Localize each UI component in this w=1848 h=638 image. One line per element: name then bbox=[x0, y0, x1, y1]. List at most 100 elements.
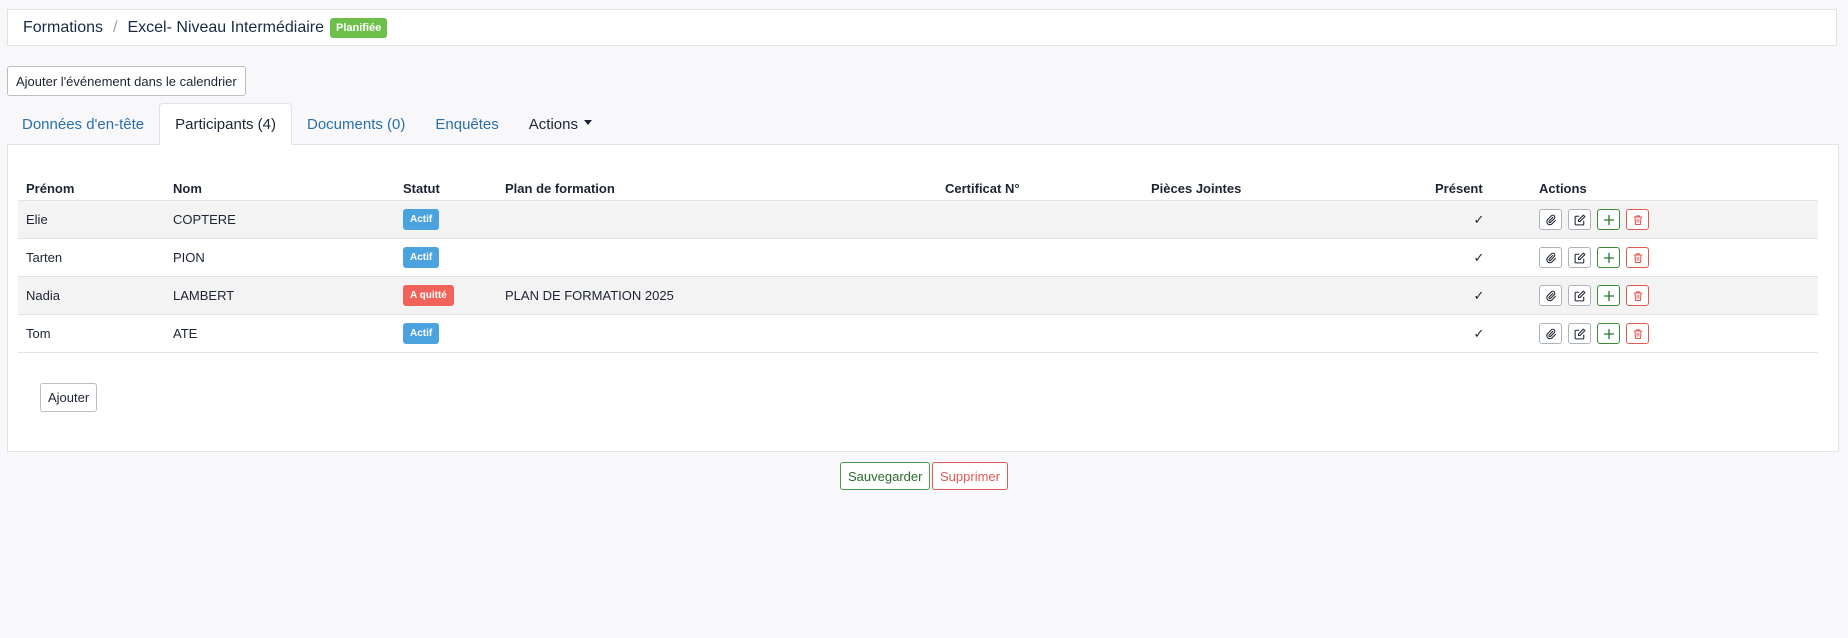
cell-plan bbox=[497, 238, 937, 277]
tab-participants[interactable]: Participants (4) bbox=[159, 103, 292, 145]
cell-certificat bbox=[937, 276, 1143, 315]
trash-icon bbox=[1632, 252, 1644, 264]
cell-certificat bbox=[937, 200, 1143, 239]
col-nom: Nom bbox=[165, 169, 395, 201]
table-row: Nadia LAMBERT A quitté PLAN DE FORMATION 20… bbox=[18, 276, 1818, 315]
status-badge: Planifiée bbox=[330, 17, 388, 38]
add-button[interactable] bbox=[1597, 209, 1620, 230]
delete-button[interactable]: Supprimer bbox=[932, 462, 1008, 490]
delete-row-button[interactable] bbox=[1626, 247, 1649, 268]
cell-present: ✓ bbox=[1427, 238, 1531, 277]
cell-nom: COPTERE bbox=[165, 200, 395, 239]
paperclip-icon bbox=[1545, 290, 1557, 302]
cell-present: ✓ bbox=[1427, 314, 1531, 353]
trash-icon bbox=[1632, 290, 1644, 302]
cell-prenom: Elie bbox=[18, 200, 165, 239]
status-badge: Actif bbox=[403, 323, 440, 344]
row-actions bbox=[1539, 247, 1810, 268]
tab-actions-dropdown[interactable]: Actions bbox=[514, 103, 607, 145]
tab-header-data[interactable]: Données d'en-tête bbox=[7, 103, 159, 145]
edit-button[interactable] bbox=[1568, 209, 1591, 230]
plus-icon bbox=[1603, 328, 1615, 340]
delete-row-button[interactable] bbox=[1626, 285, 1649, 306]
delete-row-button[interactable] bbox=[1626, 323, 1649, 344]
trash-icon bbox=[1632, 328, 1644, 340]
cell-nom: PION bbox=[165, 238, 395, 277]
col-plan: Plan de formation bbox=[497, 169, 937, 201]
status-badge: Actif bbox=[403, 247, 440, 268]
plus-icon bbox=[1603, 290, 1615, 302]
table-row: Elie COPTERE Actif ✓ bbox=[18, 200, 1818, 239]
cell-certificat bbox=[937, 314, 1143, 353]
cell-statut: Actif bbox=[395, 238, 497, 277]
col-statut: Statut bbox=[395, 169, 497, 201]
edit-icon bbox=[1574, 290, 1586, 302]
check-icon: ✓ bbox=[1473, 287, 1485, 303]
attach-button[interactable] bbox=[1539, 209, 1562, 230]
cell-plan: PLAN DE FORMATION 2025 bbox=[497, 276, 937, 315]
delete-row-button[interactable] bbox=[1626, 209, 1649, 230]
cell-pieces bbox=[1143, 314, 1427, 353]
cell-nom: ATE bbox=[165, 314, 395, 353]
cell-prenom: Tarten bbox=[18, 238, 165, 277]
col-pieces: Pièces Jointes bbox=[1143, 169, 1427, 201]
cell-actions bbox=[1531, 200, 1818, 239]
breadcrumb-formations-link[interactable]: Formations bbox=[23, 19, 103, 37]
caret-down-icon bbox=[583, 119, 592, 125]
edit-icon bbox=[1574, 214, 1586, 226]
tab-bar: Données d'en-tête Participants (4) Docum… bbox=[7, 103, 607, 145]
edit-button[interactable] bbox=[1568, 247, 1591, 268]
plus-icon bbox=[1603, 214, 1615, 226]
row-actions bbox=[1539, 285, 1810, 306]
save-button[interactable]: Sauvegarder bbox=[840, 462, 931, 490]
col-prenom: Prénom bbox=[18, 169, 165, 201]
paperclip-icon bbox=[1545, 214, 1557, 226]
cell-prenom: Nadia bbox=[18, 276, 165, 315]
col-present: Présent bbox=[1427, 169, 1531, 201]
participants-table: Prénom Nom Statut Plan de formation Cert… bbox=[18, 169, 1818, 353]
add-participant-button[interactable]: Ajouter bbox=[40, 383, 98, 412]
tab-documents[interactable]: Documents (0) bbox=[292, 103, 420, 145]
cell-certificat bbox=[937, 238, 1143, 277]
col-actions: Actions bbox=[1531, 169, 1818, 201]
cell-statut: A quitté bbox=[395, 276, 497, 315]
cell-pieces bbox=[1143, 200, 1427, 239]
attach-button[interactable] bbox=[1539, 247, 1562, 268]
add-button[interactable] bbox=[1597, 247, 1620, 268]
edit-button[interactable] bbox=[1568, 285, 1591, 306]
add-to-calendar-button[interactable]: Ajouter l'événement dans le calendrier bbox=[7, 66, 246, 96]
table-header-row: Prénom Nom Statut Plan de formation Cert… bbox=[18, 169, 1818, 201]
check-icon: ✓ bbox=[1473, 211, 1485, 227]
table-row: Tarten PION Actif ✓ bbox=[18, 238, 1818, 277]
attach-button[interactable] bbox=[1539, 285, 1562, 306]
trash-icon bbox=[1632, 214, 1644, 226]
cell-pieces bbox=[1143, 238, 1427, 277]
edit-icon bbox=[1574, 328, 1586, 340]
status-badge: Actif bbox=[403, 209, 440, 230]
add-button[interactable] bbox=[1597, 323, 1620, 344]
breadcrumb: Formations / Excel- Niveau Intermédiaire… bbox=[7, 9, 1837, 46]
plus-icon bbox=[1603, 252, 1615, 264]
row-actions bbox=[1539, 323, 1810, 344]
edit-icon bbox=[1574, 252, 1586, 264]
table-row: Tom ATE Actif ✓ bbox=[18, 314, 1818, 353]
check-icon: ✓ bbox=[1473, 249, 1485, 265]
participants-panel: Prénom Nom Statut Plan de formation Cert… bbox=[7, 144, 1839, 452]
tab-surveys[interactable]: Enquêtes bbox=[420, 103, 513, 145]
cell-nom: LAMBERT bbox=[165, 276, 395, 315]
add-button[interactable] bbox=[1597, 285, 1620, 306]
cell-present: ✓ bbox=[1427, 200, 1531, 239]
attach-button[interactable] bbox=[1539, 323, 1562, 344]
cell-prenom: Tom bbox=[18, 314, 165, 353]
breadcrumb-current: Excel- Niveau Intermédiaire bbox=[127, 18, 325, 36]
edit-button[interactable] bbox=[1568, 323, 1591, 344]
check-icon: ✓ bbox=[1473, 325, 1485, 341]
cell-statut: Actif bbox=[395, 200, 497, 239]
paperclip-icon bbox=[1545, 328, 1557, 340]
paperclip-icon bbox=[1545, 252, 1557, 264]
status-badge: A quitté bbox=[403, 285, 454, 306]
cell-present: ✓ bbox=[1427, 276, 1531, 315]
cell-plan bbox=[497, 200, 937, 239]
cell-actions bbox=[1531, 314, 1818, 353]
col-certificat: Certificat N° bbox=[937, 169, 1143, 201]
